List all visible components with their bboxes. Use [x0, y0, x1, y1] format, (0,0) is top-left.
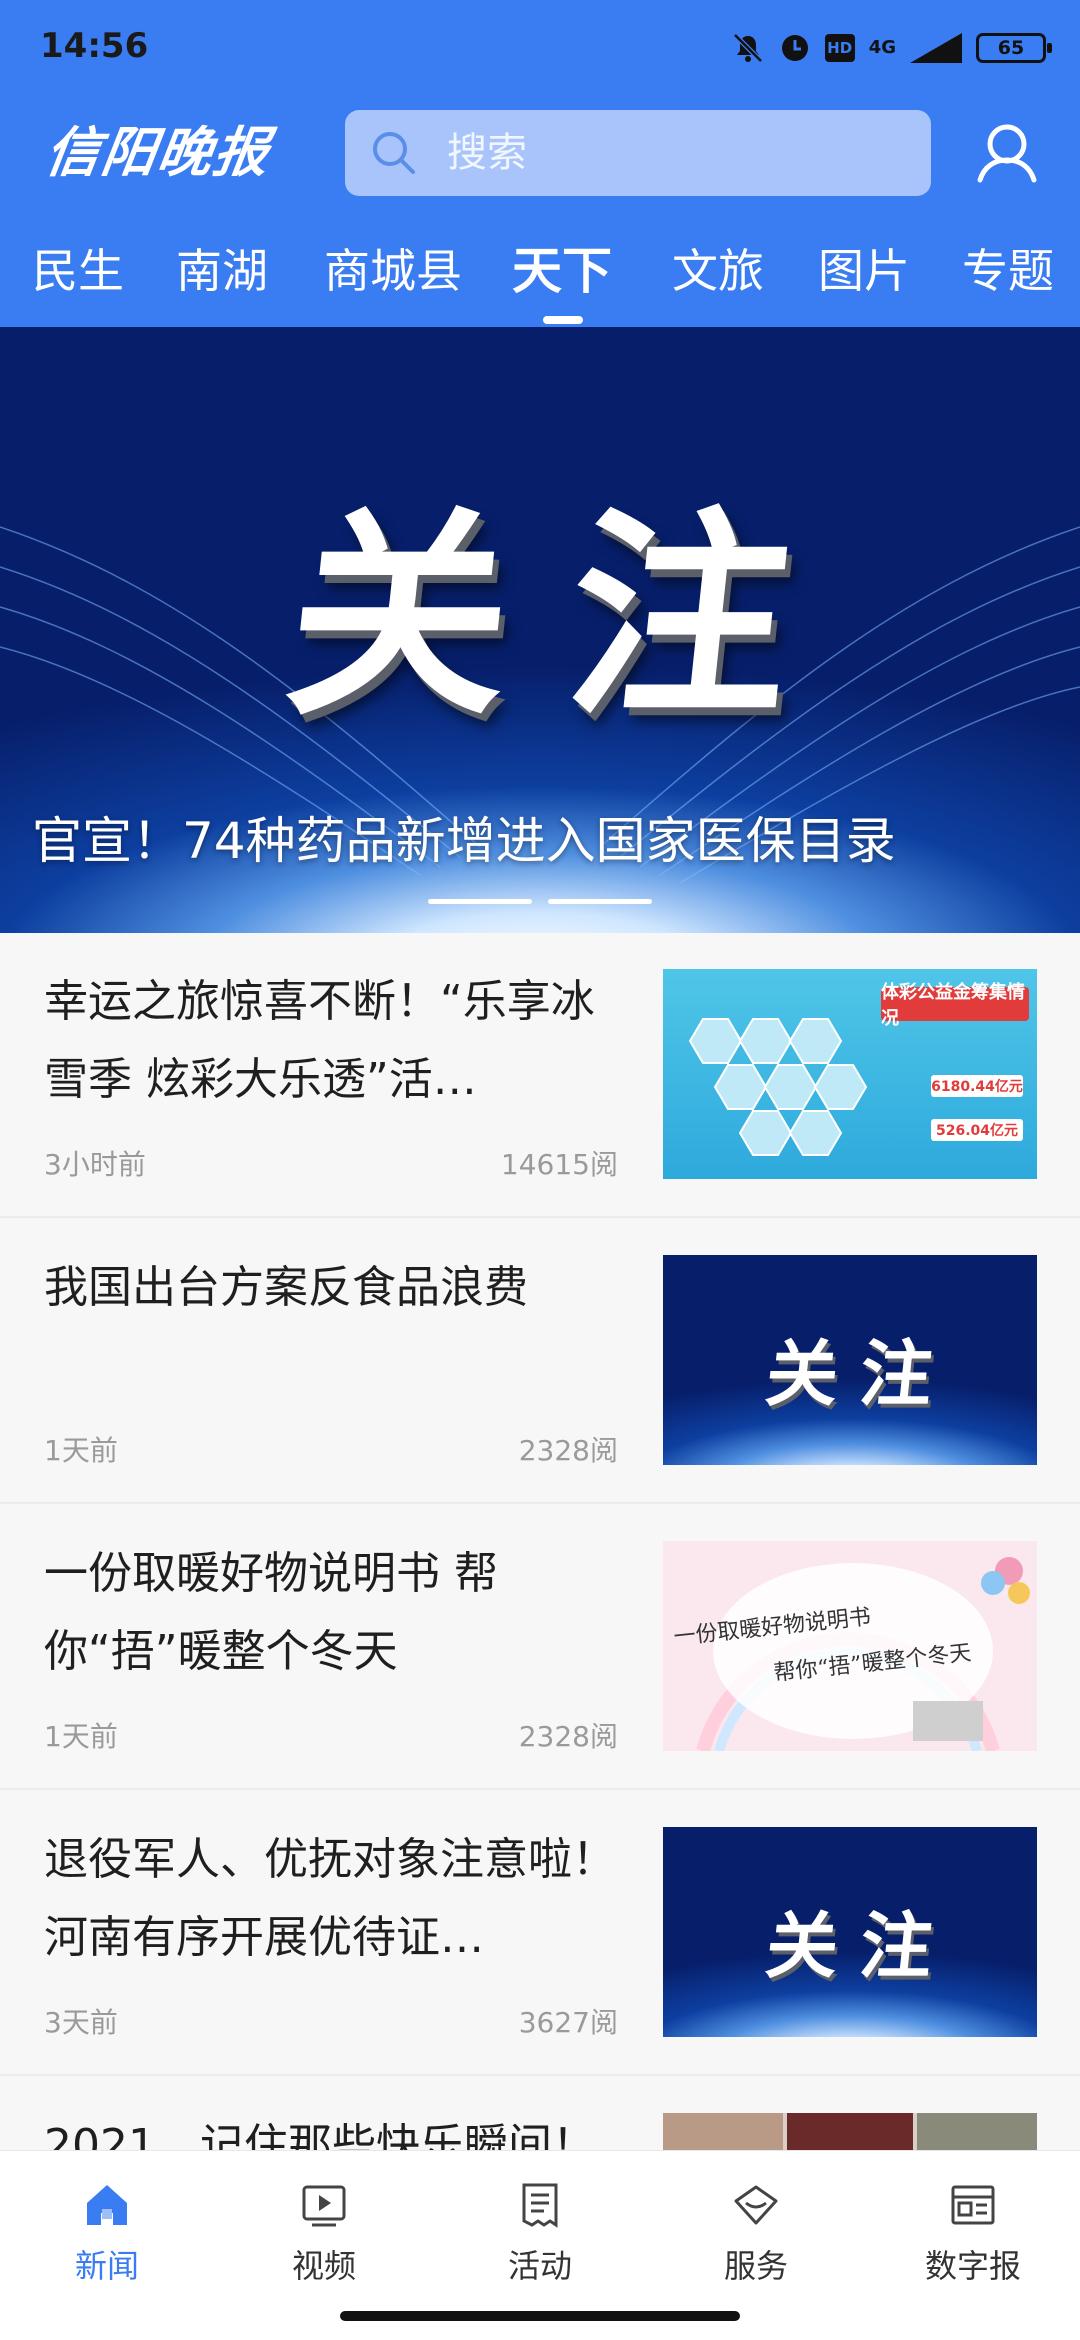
- photo-collage: [663, 2113, 1037, 2150]
- news-read-count: 2328阅: [518, 1720, 618, 1753]
- news-thumbnail: 体彩公益金筹集情况 6180.44亿元 526.04亿元: [663, 969, 1037, 1179]
- video-icon: [302, 2185, 346, 2227]
- nav-label: 活动: [507, 2247, 572, 2285]
- service-icon: [734, 2185, 778, 2225]
- news-time: 3天前: [44, 2006, 118, 2039]
- tab-tianxia[interactable]: 天下: [512, 236, 612, 306]
- thumbnail-text: 关注: [761, 1332, 959, 1416]
- nav-activity[interactable]: 活动: [470, 2179, 610, 2299]
- featured-banner[interactable]: 关注 官宣！74种药品新增进入国家医保目录: [0, 327, 1080, 933]
- search-icon: [373, 132, 415, 174]
- news-title: 一份取暖好物说明书 帮你“捂”暖整个冬天: [44, 1548, 498, 1677]
- category-tabs: 民生 南湖 商城县 天下 文旅 图片 专题: [0, 236, 1080, 326]
- hd-icon: HD: [824, 34, 855, 62]
- news-title: 2021，记住那些快乐瞬间！: [44, 2120, 596, 2150]
- nav-news[interactable]: 新闻: [37, 2179, 177, 2299]
- newspaper-icon: [951, 2185, 995, 2225]
- app-header: 14:56 HD 4G 65 信阳晚报 搜索 民生 南湖 商城县 天下 文旅 图…: [0, 0, 1080, 327]
- nav-label: 视频: [291, 2247, 356, 2285]
- status-time: 14:56: [40, 26, 149, 66]
- tab-nanhu[interactable]: 南湖: [176, 236, 268, 306]
- battery-icon: 65: [976, 33, 1052, 63]
- tab-minsheng[interactable]: 民生: [32, 236, 124, 306]
- user-profile-icon[interactable]: [972, 116, 1042, 186]
- news-item[interactable]: 2021，记住那些快乐瞬间！: [0, 2077, 1080, 2150]
- nav-video[interactable]: 视频: [254, 2179, 394, 2299]
- app-screen: 14:56 HD 4G 65 信阳晚报 搜索 民生 南湖 商城县 天下 文旅 图…: [0, 0, 1080, 2340]
- tab-shangchengxian[interactable]: 商城县: [324, 236, 462, 306]
- carousel-dot[interactable]: [428, 899, 532, 904]
- news-title: 我国出台方案反食品浪费: [44, 1262, 528, 1313]
- nav-label: 数字报: [924, 2247, 1021, 2285]
- banner-headline-graphic: 关注: [276, 489, 864, 745]
- mute-icon: [731, 31, 765, 65]
- activity-icon: [522, 2183, 558, 2228]
- nav-service[interactable]: 服务: [686, 2179, 826, 2299]
- news-title: 幸运之旅惊喜不断！“乐享冰雪季 炫彩大乐透”活…: [44, 976, 595, 1105]
- signal-icon: [910, 33, 962, 63]
- status-icons: HD 4G 65: [731, 28, 1052, 68]
- news-item[interactable]: 退役军人、优抚对象注意啦！河南有序开展优待证… 3天前 3627阅 关注: [0, 1791, 1080, 2076]
- news-item[interactable]: 一份取暖好物说明书 帮你“捂”暖整个冬天 1天前 2328阅 一份取暖好物说明书…: [0, 1505, 1080, 1790]
- thumbnail-stat: 6180.44亿元: [931, 1075, 1023, 1097]
- nav-label: 服务: [723, 2247, 788, 2285]
- news-read-count: 2328阅: [518, 1434, 618, 1467]
- search-bar[interactable]: 搜索: [345, 110, 931, 196]
- home-icon: [87, 2185, 127, 2225]
- nav-label: 新闻: [74, 2247, 139, 2285]
- tab-tupian[interactable]: 图片: [818, 236, 910, 306]
- active-tab-indicator: [543, 316, 583, 324]
- news-time: 1天前: [44, 1720, 118, 1753]
- news-read-count: 3627阅: [518, 2006, 618, 2039]
- status-bar: 14:56 HD 4G 65: [0, 0, 1080, 96]
- news-item[interactable]: 幸运之旅惊喜不断！“乐享冰雪季 炫彩大乐透”活… 3小时前 14615阅 体彩公…: [0, 933, 1080, 1218]
- news-title: 退役军人、优抚对象注意啦！河南有序开展优待证…: [44, 1834, 616, 1963]
- news-thumbnail: 关注: [663, 1827, 1037, 2037]
- home-indicator[interactable]: [340, 2311, 740, 2321]
- news-time: 1天前: [44, 1434, 118, 1467]
- thumbnail-stat: 526.04亿元: [931, 1119, 1023, 1141]
- search-placeholder: 搜索: [447, 130, 527, 176]
- news-thumbnail: [663, 2113, 1037, 2150]
- hexagon-graphic: [688, 1018, 868, 1156]
- news-list: 幸运之旅惊喜不断！“乐享冰雪季 炫彩大乐透”活… 3小时前 14615阅 体彩公…: [0, 933, 1080, 2150]
- banner-caption: 官宣！74种药品新增进入国家医保目录: [32, 812, 896, 870]
- news-time: 3小时前: [44, 1148, 146, 1181]
- news-read-count: 14615阅: [500, 1148, 618, 1181]
- tab-zhuanti[interactable]: 专题: [962, 236, 1054, 306]
- news-thumbnail: 一份取暖好物说明书 帮你“捂”暖整个冬天: [663, 1541, 1037, 1751]
- tab-wenlv[interactable]: 文旅: [672, 236, 764, 306]
- carousel-dot[interactable]: [548, 899, 652, 904]
- thumbnail-banner: 体彩公益金筹集情况: [881, 982, 1029, 1029]
- network-label: 4G: [868, 37, 896, 58]
- nav-digital-paper[interactable]: 数字报: [903, 2179, 1043, 2299]
- thumbnail-text: 关注: [761, 1904, 959, 1988]
- news-thumbnail: 关注: [663, 1255, 1037, 1465]
- app-logo[interactable]: 信阳晚报: [40, 112, 291, 192]
- alarm-icon: [779, 32, 811, 64]
- news-item[interactable]: 我国出台方案反食品浪费 1天前 2328阅 关注: [0, 1219, 1080, 1504]
